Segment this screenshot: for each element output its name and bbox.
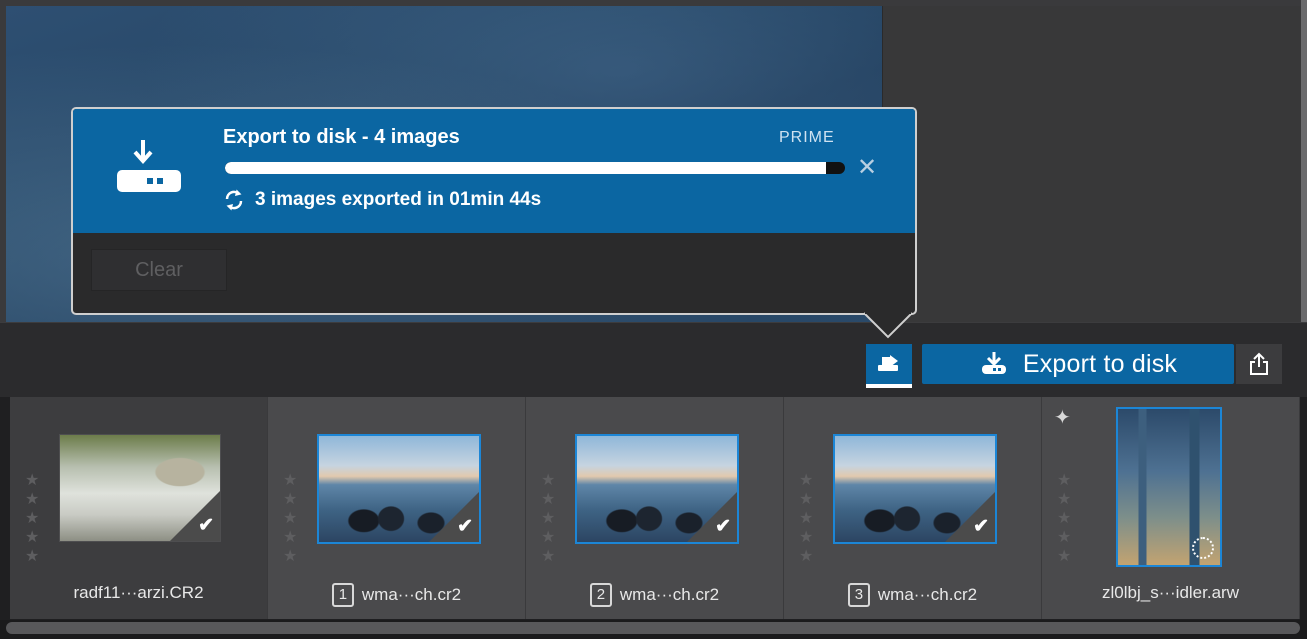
popup-pointer — [863, 311, 913, 339]
thumbnail-cell[interactable]: ★ ★ ★ ★ ★ ✔ radf11···arzi.CR2 — [10, 397, 268, 619]
star-icon[interactable]: ★ — [541, 528, 555, 547]
loading-spinner-icon — [1192, 537, 1214, 559]
export-status-text: 3 images exported in 01min 44s — [255, 189, 542, 210]
star-icon[interactable]: ★ — [541, 509, 555, 528]
thumbnail-image[interactable]: ✔ — [317, 434, 481, 544]
export-queue-button[interactable] — [866, 344, 912, 388]
thumbnail-image[interactable]: ✔ — [575, 434, 739, 544]
filename-text: wma···ch.cr2 — [361, 585, 462, 604]
order-badge: 2 — [589, 583, 612, 607]
star-icon[interactable]: ★ — [799, 490, 813, 509]
rating-stars[interactable]: ★ ★ ★ ★ ★ — [541, 471, 555, 566]
star-icon[interactable]: ★ — [283, 547, 297, 566]
star-icon[interactable]: ★ — [799, 547, 813, 566]
thumbnail-image[interactable]: ✔ — [59, 434, 221, 542]
star-icon[interactable]: ★ — [799, 509, 813, 528]
filename-text: zl0lbj_s···idler.arw — [1102, 583, 1239, 602]
rating-stars[interactable]: ★ ★ ★ ★ ★ — [25, 471, 39, 566]
star-icon[interactable]: ★ — [541, 490, 555, 509]
star-icon[interactable]: ★ — [25, 547, 39, 566]
star-icon[interactable]: ★ — [1057, 490, 1071, 509]
export-progress-popup: Export to disk - 4 images PRIME ✕ 3 imag… — [71, 107, 917, 315]
export-to-disk-label: Export to disk — [1022, 349, 1178, 378]
star-icon[interactable]: ★ — [799, 471, 813, 490]
check-icon: ✔ — [973, 516, 989, 537]
sync-icon — [225, 189, 243, 211]
filmstrip: ★ ★ ★ ★ ★ ✔ radf11···arzi.CR2 ★ ★ ★ ★ ★ … — [10, 397, 1307, 619]
filename-text: wma···ch.cr2 — [619, 585, 720, 604]
share-icon — [1250, 352, 1268, 375]
export-disk-icon — [117, 140, 181, 192]
prime-badge: PRIME — [779, 129, 835, 146]
export-progress-header: Export to disk - 4 images PRIME ✕ 3 imag… — [73, 109, 915, 233]
filename-text: wma···ch.cr2 — [877, 585, 978, 604]
star-icon[interactable]: ★ — [25, 528, 39, 547]
star-icon[interactable]: ★ — [283, 509, 297, 528]
thumbnail-filename: zl0lbj_s···idler.arw — [1042, 583, 1299, 603]
rating-stars[interactable]: ★ ★ ★ ★ ★ — [283, 471, 297, 566]
star-icon[interactable]: ★ — [1057, 528, 1071, 547]
horizontal-scrollbar-thumb[interactable] — [6, 622, 1300, 634]
export-status-row: 3 images exported in 01min 44s — [223, 189, 541, 211]
check-icon: ✔ — [198, 515, 214, 536]
rating-stars[interactable]: ★ ★ ★ ★ ★ — [1057, 471, 1071, 566]
star-icon[interactable]: ★ — [25, 509, 39, 528]
star-icon[interactable]: ★ — [541, 471, 555, 490]
star-icon[interactable]: ★ — [1057, 509, 1071, 528]
thumbnail-cell[interactable]: ★ ★ ★ ★ ★ ✔ 1 wma···ch.cr2 — [268, 397, 526, 619]
star-icon[interactable]: ★ — [541, 547, 555, 566]
order-badge: 1 — [331, 583, 354, 607]
export-title: Export to disk - 4 images — [223, 126, 460, 148]
star-icon[interactable]: ★ — [283, 490, 297, 509]
thumbnail-cell[interactable]: ★ ★ ★ ★ ★ ✔ 3 wma···ch.cr2 — [784, 397, 1042, 619]
export-queue-icon — [878, 355, 898, 371]
download-to-disk-icon — [981, 352, 1006, 374]
share-button[interactable] — [1236, 344, 1282, 384]
cancel-export-button[interactable]: ✕ — [857, 156, 877, 180]
export-to-disk-button[interactable]: Export to disk — [922, 344, 1234, 384]
thumbnail-filename: 2 wma···ch.cr2 — [526, 583, 783, 607]
thumbnail-cell[interactable]: ★ ★ ★ ★ ★ ✔ 2 wma···ch.cr2 — [526, 397, 784, 619]
star-icon[interactable]: ★ — [799, 528, 813, 547]
order-badge: 3 — [847, 583, 870, 607]
check-icon: ✔ — [457, 516, 473, 537]
clear-button[interactable]: Clear — [91, 249, 227, 291]
rating-stars[interactable]: ★ ★ ★ ★ ★ — [799, 471, 813, 566]
star-icon[interactable]: ★ — [25, 471, 39, 490]
check-icon: ✔ — [715, 516, 731, 537]
thumbnail-image[interactable]: ✔ — [833, 434, 997, 544]
right-edge — [1301, 0, 1307, 322]
thumbnail-image[interactable] — [1116, 407, 1222, 567]
star-icon[interactable]: ★ — [283, 471, 297, 490]
thumbnail-cell[interactable]: ✦ ★ ★ ★ ★ ★ zl0lbj_s···idler.arw — [1042, 397, 1300, 619]
sparkle-icon: ✦ — [1054, 407, 1071, 429]
filename-text: radf11···arzi.CR2 — [73, 583, 204, 602]
star-icon[interactable]: ★ — [283, 528, 297, 547]
thumbnail-filename: 3 wma···ch.cr2 — [784, 583, 1041, 607]
progress-fill — [225, 162, 827, 174]
progress-bar — [225, 162, 845, 174]
star-icon[interactable]: ★ — [1057, 547, 1071, 566]
star-icon[interactable]: ★ — [25, 490, 39, 509]
star-icon[interactable]: ★ — [1057, 471, 1071, 490]
side-panel — [882, 6, 1302, 322]
thumbnail-filename: radf11···arzi.CR2 — [10, 583, 267, 603]
thumbnail-filename: 1 wma···ch.cr2 — [268, 583, 525, 607]
